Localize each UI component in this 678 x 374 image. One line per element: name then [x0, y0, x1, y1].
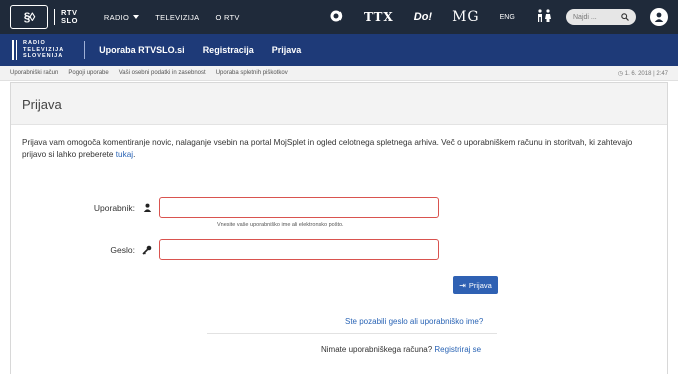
chevron-down-icon — [133, 15, 140, 19]
intro-text: Prijava vam omogoča komentiranje novic, … — [22, 138, 633, 159]
nav-registracija[interactable]: Registracija — [203, 45, 254, 55]
password-input[interactable] — [159, 239, 439, 260]
radio-icon[interactable] — [330, 9, 344, 26]
no-account-text: Nimate uporabniškega računa? Registriraj… — [321, 345, 482, 354]
username-input[interactable] — [159, 197, 439, 218]
section-divider — [84, 41, 86, 59]
datetime: ◷ 1. 6. 2018 | 2:47 — [617, 71, 668, 77]
key-icon — [141, 245, 153, 255]
search-icon[interactable] — [621, 13, 629, 21]
ttx-link[interactable]: TTX — [364, 10, 394, 24]
sign-in-icon: ⇥ — [459, 280, 466, 290]
logo-mark — [12, 40, 17, 60]
username-help-text: Vnesite vaše uporabniško ime ali elektro… — [217, 222, 344, 228]
nav-uporaba-rtvslo[interactable]: Uporaba RTVSLO.si — [99, 45, 185, 55]
login-panel: Prijava Prijava vam omogoča komentiranje… — [10, 82, 668, 374]
password-label: Geslo: — [110, 244, 135, 255]
login-button[interactable]: ⇥ Prijava — [453, 276, 498, 294]
rtv-logo[interactable]: §◊ — [10, 5, 48, 29]
sub-nav: Uporabniški račun Pogoji uporabe Vaši os… — [0, 66, 678, 81]
divider — [207, 333, 497, 334]
top-nav: RADIO TELEVIZIJA O RTV — [104, 13, 256, 22]
top-nav-televizija[interactable]: TELEVIZIJA — [155, 13, 199, 22]
info-link[interactable]: tukaj — [116, 150, 133, 159]
top-bar: §◊ RTV SLO RADIO TELEVIZIJA O RTV TTX Do… — [0, 0, 678, 34]
subnav-user-account[interactable]: Uporabniški račun — [10, 70, 58, 76]
eng-link[interactable]: ENG — [500, 14, 515, 21]
clock-icon: ◷ — [617, 71, 624, 77]
subnav-cookies[interactable]: Uporaba spletnih piškotkov — [216, 70, 288, 76]
dol-link[interactable]: Do! — [414, 11, 432, 23]
username-label: Uporabnik: — [93, 202, 135, 213]
rtv-slo-wordmark: RTV SLO — [61, 8, 78, 25]
search-input[interactable]: Najdi ... — [566, 9, 636, 25]
rtv-slovenija-logo[interactable]: RADIO TELEVIZIJA SLOVENIJA — [12, 40, 64, 60]
top-nav-radio[interactable]: RADIO — [104, 13, 140, 22]
subnav-privacy[interactable]: Vaši osebni podatki in zasebnost — [119, 70, 206, 76]
logo-divider — [54, 9, 55, 25]
section-nav: Uporaba RTVSLO.si Registracija Prijava — [99, 45, 319, 55]
user-account-icon[interactable] — [650, 8, 668, 26]
logo-text: RADIO TELEVIZIJA SLOVENIJA — [23, 40, 65, 60]
accessibility-icon[interactable] — [535, 8, 553, 26]
page-title: Prijava — [22, 97, 62, 112]
subnav-terms[interactable]: Pogoji uporabe — [68, 70, 108, 76]
page-header: Prijava — [11, 83, 667, 125]
password-row: Geslo: — [53, 239, 439, 260]
username-row: Uporabnik: — [53, 197, 439, 218]
brand-links: TTX Do! MG ENG — [320, 0, 563, 34]
forgot-password-link[interactable]: Ste pozabili geslo ali uporabniško ime? — [345, 317, 483, 326]
mg-link[interactable]: MG — [452, 9, 480, 25]
top-nav-o-rtv[interactable]: O RTV — [215, 13, 239, 22]
nav-prijava[interactable]: Prijava — [272, 45, 302, 55]
user-icon — [141, 203, 153, 212]
register-link[interactable]: Registriraj se — [434, 345, 481, 354]
section-bar: RADIO TELEVIZIJA SLOVENIJA Uporaba RTVSL… — [0, 34, 678, 66]
